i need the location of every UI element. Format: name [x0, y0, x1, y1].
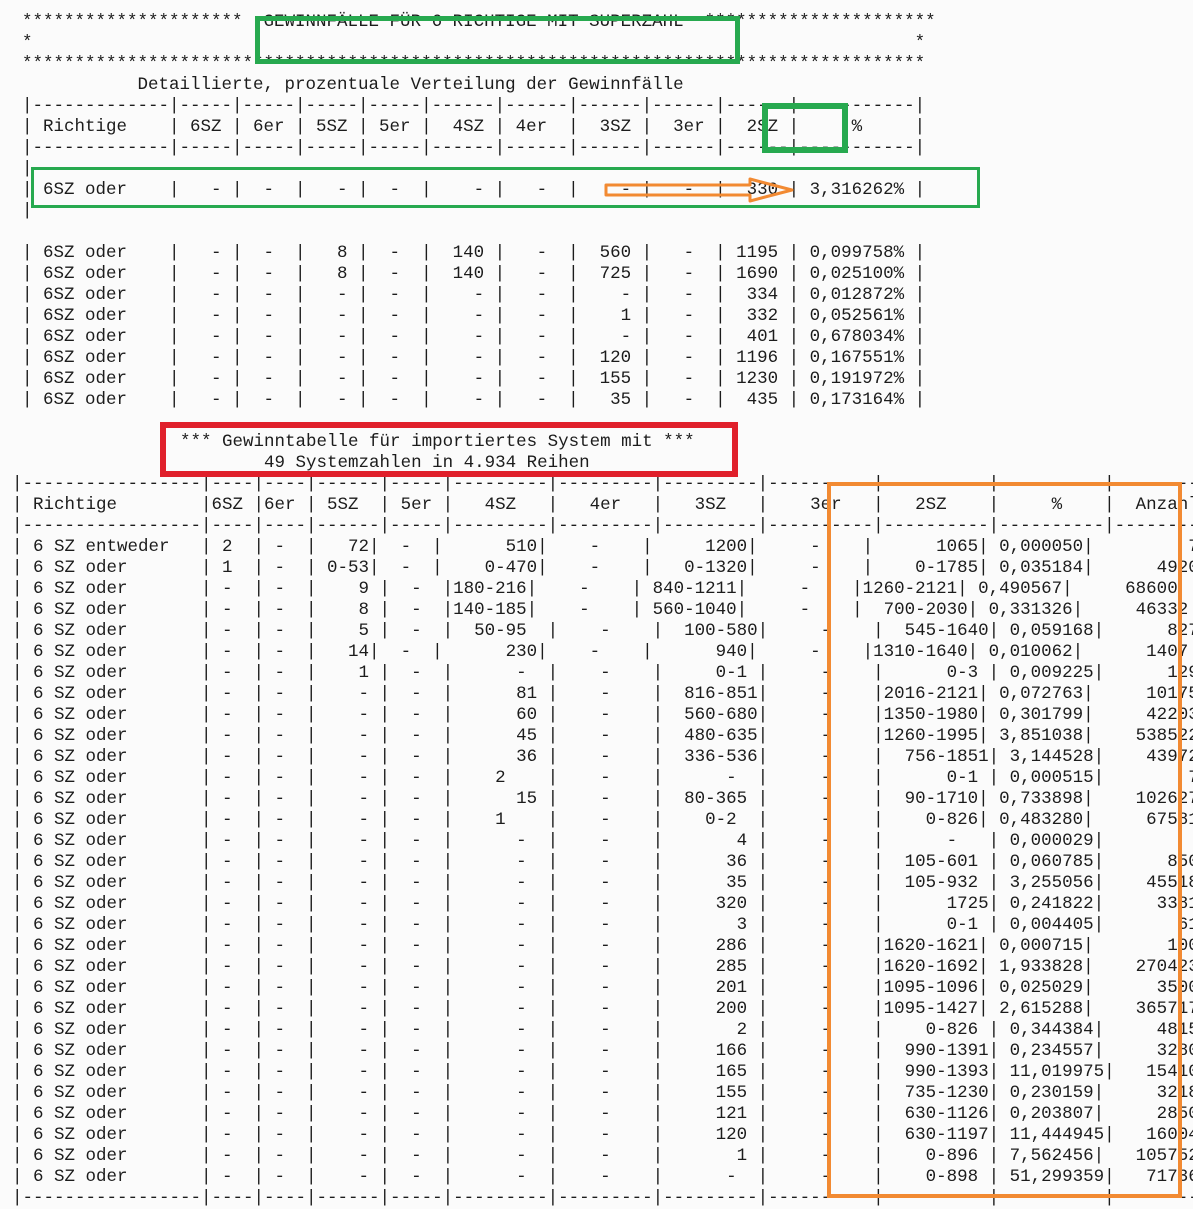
text-line: | 6 SZ oder | - | - | - | - | - | - | 20…: [12, 978, 1193, 998]
text-line: | 6 SZ oder | - | - | - | - | - | - | 12…: [12, 1125, 1193, 1145]
text-line: ****************************************…: [22, 54, 926, 74]
text-line: | 6 SZ oder | - | - | - | - | 81 | - | 8…: [12, 684, 1193, 704]
text-line: | 6 SZ oder | - | - | 1 | - | - | - | 0-…: [12, 663, 1193, 683]
text-line: | 6 SZ oder | - | - | - | - | - | - | 32…: [12, 894, 1193, 914]
text-line: | 6 SZ oder | - | - | - | - | - | - | 16…: [12, 1041, 1193, 1061]
text-line: |-----------------|----|----|------|----…: [12, 474, 1193, 494]
text-line: | 6 SZ oder | - | - | 8 | - |140-185| - …: [12, 600, 1189, 620]
text-line: | 6 SZ oder | - | - | - | - | - | - | 3 …: [12, 915, 1193, 935]
text-line: Detaillierte, prozentuale Verteilung der…: [22, 75, 684, 95]
text-line: | 6 SZ oder | - | - | - | - | 2 | - | - …: [12, 768, 1193, 788]
text-line: | 6 SZ oder | 1 | - | 0-53| - | 0-470| -…: [12, 558, 1193, 578]
text-line: | 6SZ oder | - | - | - | - | - | - | 155…: [22, 369, 926, 389]
text-line: | 6 SZ entweder | 2 | - | 72| - | 510| -…: [12, 537, 1193, 557]
text-line: | 6 SZ oder | - | - | - | - | - | - | 28…: [12, 957, 1193, 977]
text-line: * *: [22, 33, 926, 53]
text-line: | 6 SZ oder | - | - | 9 | - |180-216| - …: [12, 579, 1178, 599]
text-line: |: [22, 201, 33, 221]
text-line: |-------------|-----|-----|-----|-----|-…: [22, 138, 926, 158]
text-line: | 6SZ oder | - | - | - | - | - | - | 35 …: [22, 390, 926, 410]
text-line: | 6SZ oder | - | - | 8 | - | 140 | - | 7…: [22, 264, 926, 284]
bottom-text-block: *** Gewinntabelle für importiertes Syste…: [12, 432, 1193, 1209]
text-line: | Richtige |6SZ |6er | 5SZ | 5er | 4SZ |…: [12, 495, 1193, 515]
text-line: | 6 SZ oder | - | - | - | - | - | - | 1 …: [12, 1146, 1193, 1166]
text-line: | 6 SZ oder | - | - | - | - | 45 | - | 4…: [12, 726, 1193, 746]
text-line: | 6SZ oder | - | - | 8 | - | 140 | - | 5…: [22, 243, 926, 263]
text-line: | 6SZ oder | - | - | - | - | - | - | - |…: [22, 327, 926, 347]
text-line: | 6 SZ oder | - | - | - | - | - | - | 15…: [12, 1083, 1193, 1103]
text-line: | 6 SZ oder | - | - | - | - | - | - | 36…: [12, 852, 1193, 872]
text-line: | 6 SZ oder | - | - | - | - | - | - | - …: [12, 1167, 1193, 1187]
text-line: | 6 SZ oder | - | - | - | - | 36 | - | 3…: [12, 747, 1193, 767]
text-line: | 6 SZ oder | - | - | - | - | - | - | 16…: [12, 1062, 1193, 1082]
text-line: | 6 SZ oder | - | - | - | - | - | - | 28…: [12, 936, 1193, 956]
text-line: | 6SZ oder | - | - | - | - | - | - | 1 |…: [22, 306, 926, 326]
text-line: [22, 222, 936, 243]
text-line: | Richtige | 6SZ | 6er | 5SZ | 5er | 4SZ…: [22, 117, 926, 137]
text-line: | 6 SZ oder | - | - | - | - | - | - | 2 …: [12, 1020, 1193, 1040]
text-line: | 6 SZ oder | - | - | - | - | - | - | 20…: [12, 999, 1193, 1019]
text-line: | 6 SZ oder | - | - | 14| - | 230| - | 9…: [12, 642, 1189, 662]
text-line: | 6 SZ oder | - | - | - | - | 15 | - | 8…: [12, 789, 1193, 809]
top-text-block: ********************* GEWINNFÄLLE FÜR 6 …: [22, 12, 936, 411]
text-line: | 6SZ oder | - | - | - | - | - | - | 120…: [22, 348, 926, 368]
text-line: | 6 SZ oder | - | - | - | - | - | - | 35…: [12, 873, 1193, 893]
text-line: | 6 SZ oder | - | - | - | - | - | - | 4 …: [12, 831, 1193, 851]
text-line: | 6 SZ oder | - | - | - | - | 1 | - | 0-…: [12, 810, 1193, 830]
text-line: ********************* GEWINNFÄLLE FÜR 6 …: [22, 12, 936, 32]
text-line: *** Gewinntabelle für importiertes Syste…: [12, 432, 695, 452]
text-line: 49 Systemzahlen in 4.934 Reihen: [12, 453, 590, 473]
text-line: | 6 SZ oder | - | - | - | - | - | - | 12…: [12, 1104, 1193, 1124]
text-line: |-----------------|----|----|------|----…: [12, 516, 1193, 536]
text-line: | 6 SZ oder | - | - | - | - | 60 | - | 5…: [12, 705, 1193, 725]
text-line: | 6SZ oder | - | - | - | - | - | - | - |…: [22, 285, 926, 305]
text-line: |-------------|-----|-----|-----|-----|-…: [22, 96, 926, 116]
arrow-icon: [604, 177, 794, 203]
text-line: | 6 SZ oder | - | - | 5 | - | 50-95 | - …: [12, 621, 1193, 641]
